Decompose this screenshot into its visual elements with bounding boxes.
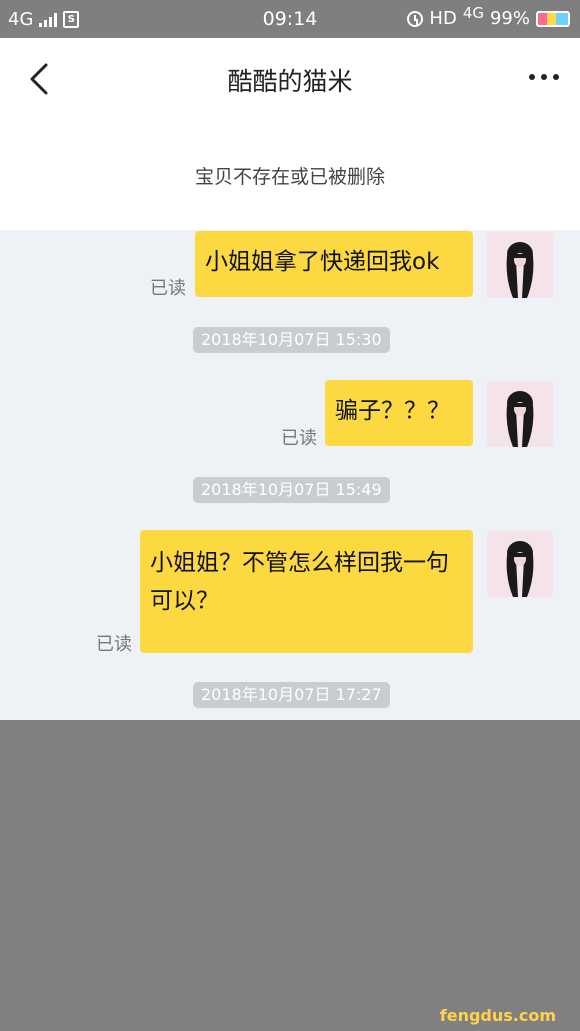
read-status: 已读 [281, 428, 317, 449]
status-bar: 4G S 09:14 HD 4G 99% [0, 0, 580, 38]
avatar[interactable] [487, 381, 553, 447]
chat-area[interactable]: 已读 小姐姐拿了快递回我ok 2018年10月07日 15:30 已读 骗子？？… [0, 230, 580, 720]
more-dots-icon[interactable] [526, 68, 562, 86]
battery-percent: 99% [489, 8, 530, 29]
network-label-right: 4G [462, 3, 484, 22]
watermark: fengdus.com [439, 1006, 556, 1025]
hd-label: HD [429, 8, 457, 29]
alarm-icon [407, 10, 424, 27]
message-bubble[interactable]: 小姐姐？不管怎么样回我一句可以？ [140, 530, 473, 653]
message-timestamp: 2018年10月07日 17:27 [193, 682, 390, 708]
battery-icon [536, 10, 570, 27]
avatar[interactable] [487, 531, 553, 597]
chat-title: 酷酷的猫米 [227, 67, 353, 96]
status-right: HD 4G 99% [407, 4, 570, 29]
message-bubble[interactable]: 骗子？？？ [325, 380, 473, 446]
nav-bar: 酷酷的猫米 [0, 38, 580, 120]
avatar[interactable] [487, 232, 553, 298]
item-notice: 宝贝不存在或已被删除 [0, 120, 580, 230]
read-status: 已读 [150, 278, 186, 299]
message-timestamp: 2018年10月07日 15:49 [193, 477, 390, 503]
message-timestamp: 2018年10月07日 15:30 [193, 327, 390, 353]
read-status: 已读 [96, 634, 132, 655]
notice-text: 宝贝不存在或已被删除 [194, 166, 385, 188]
message-bubble[interactable]: 小姐姐拿了快递回我ok [195, 231, 473, 297]
